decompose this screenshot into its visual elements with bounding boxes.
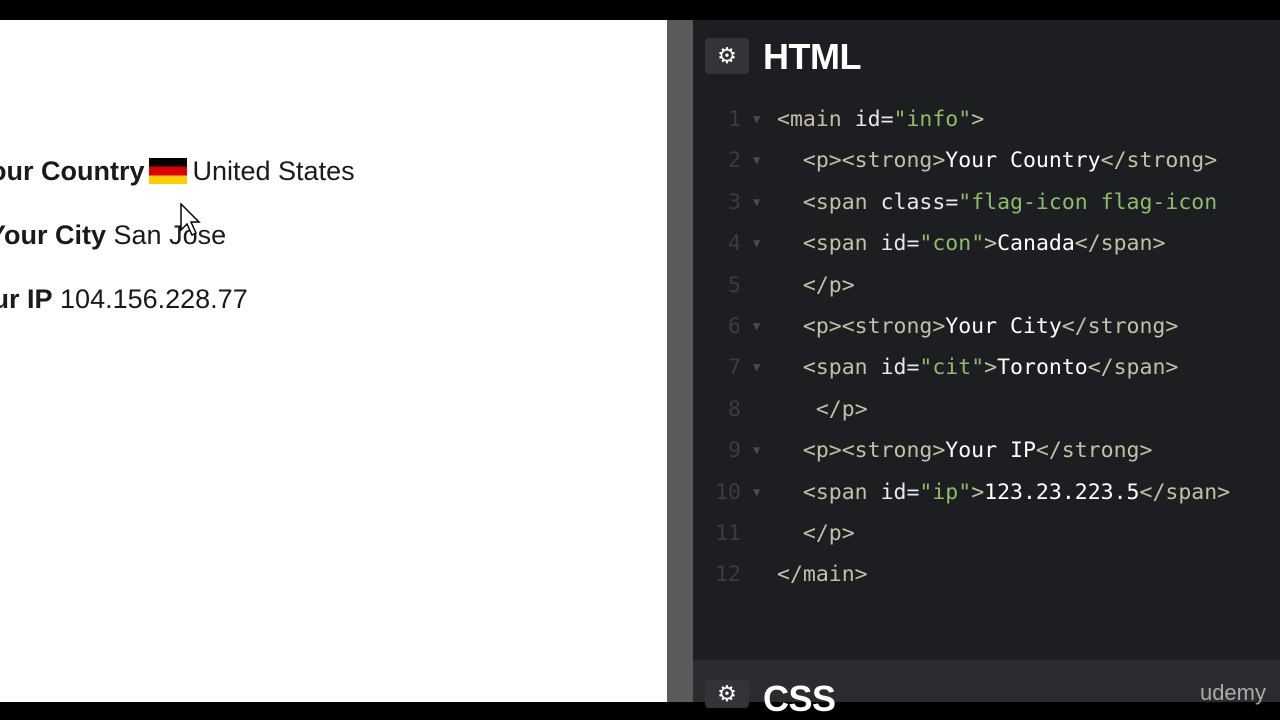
css-settings-button[interactable]: ⚙	[705, 680, 749, 708]
code-text: <main id="info">	[777, 107, 985, 132]
code-text: </p>	[802, 272, 855, 298]
code-line[interactable]: 8 </p>	[693, 389, 1280, 430]
gear-icon: ⚙	[717, 681, 737, 706]
code-editor[interactable]: 1 ▼ <main id="info"> 2 ▼ <p><strong>Your Cou…	[693, 90, 1280, 660]
mouse-cursor-icon	[180, 203, 201, 237]
fold-arrow-icon[interactable]: ▼	[753, 182, 760, 223]
css-panel-title: CSS	[763, 678, 836, 719]
code-text: <span id="con">Canada</span>	[802, 231, 1166, 257]
code-line[interactable]: 9 ▼ <p><strong>Your IP</strong>	[693, 430, 1280, 471]
country-value: United States	[192, 156, 355, 186]
country-line: Your Country United States	[0, 156, 355, 187]
code-line[interactable]: 1 ▼ <main id="info">	[693, 99, 1280, 140]
fold-arrow-icon[interactable]: ▼	[753, 223, 760, 264]
code-line[interactable]: 5 </p>	[693, 265, 1280, 306]
fold-arrow-icon[interactable]: ▼	[753, 99, 760, 140]
html-editor-panel: ⚙ HTML 1 ▼ <main id="info"> 2 ▼ <p><strong>Y…	[693, 20, 1280, 660]
result-preview: Your Country United States Your City San …	[0, 20, 667, 702]
code-line[interactable]: 6 ▼ <p><strong>Your City</strong>	[693, 306, 1280, 347]
code-text: <span class="flag-icon flag-icon	[802, 189, 1218, 215]
flag-icon	[148, 158, 187, 184]
ip-label: Your IP	[0, 284, 53, 314]
fold-arrow-icon[interactable]: ▼	[753, 306, 760, 347]
line-number: 11	[715, 521, 741, 546]
code-text: </p>	[802, 521, 855, 546]
code-text: <p><strong>Your City</strong>	[802, 314, 1179, 339]
line-number: 4	[728, 231, 741, 257]
fold-arrow-icon[interactable]: ▼	[753, 140, 760, 181]
html-settings-button[interactable]: ⚙	[705, 38, 749, 74]
code-line[interactable]: 3 ▼ <span class="flag-icon flag-icon	[693, 182, 1280, 223]
code-line[interactable]: 10 ▼ <span id="ip">123.23.223.5</span>	[693, 472, 1280, 513]
line-number: 8	[728, 396, 741, 422]
pane-divider[interactable]	[667, 20, 693, 702]
fold-arrow-icon[interactable]: ▼	[753, 347, 760, 388]
city-label: Your City	[0, 220, 107, 250]
code-text: <p><strong>Your IP</strong>	[802, 438, 1153, 464]
code-line[interactable]: 11 </p>	[693, 513, 1280, 554]
code-line[interactable]: 4 ▼ <span id="con">Canada</span>	[693, 223, 1280, 264]
code-line[interactable]: 2 ▼ <p><strong>Your Country</strong>	[693, 140, 1280, 181]
country-label: Your Country	[0, 156, 145, 186]
gear-icon: ⚙	[717, 43, 737, 68]
line-number: 10	[715, 479, 741, 505]
line-number: 9	[728, 438, 741, 464]
code-line[interactable]: 12 </main>	[693, 554, 1280, 595]
code-text: </main>	[777, 562, 868, 588]
code-text: <p><strong>Your Country</strong>	[802, 148, 1218, 174]
html-panel-title: HTML	[763, 36, 861, 77]
code-text: </p>	[815, 396, 868, 422]
html-panel-header: ⚙ HTML	[693, 20, 1280, 90]
css-editor-panel: ⚙ CSS	[693, 660, 1280, 719]
line-number: 3	[728, 189, 741, 215]
line-number: 2	[728, 148, 741, 174]
code-text: <span id="cit">Toronto</span>	[802, 355, 1179, 381]
fold-arrow-icon[interactable]: ▼	[753, 472, 760, 513]
ip-line: Your IP 104.156.228.77	[0, 284, 248, 315]
city-value: San Jose	[113, 220, 227, 250]
udemy-watermark: udemy	[1199, 680, 1266, 705]
line-number: 6	[728, 314, 741, 339]
code-line[interactable]: 7 ▼ <span id="cit">Toronto</span>	[693, 347, 1280, 388]
fold-arrow-icon[interactable]: ▼	[753, 430, 760, 471]
line-number: 7	[728, 355, 741, 381]
line-number: 12	[715, 562, 741, 588]
line-number: 5	[728, 272, 741, 298]
line-number: 1	[728, 107, 741, 132]
ip-value: 104.156.228.77	[60, 284, 248, 314]
code-text: <span id="ip">123.23.223.5</span>	[802, 479, 1231, 505]
